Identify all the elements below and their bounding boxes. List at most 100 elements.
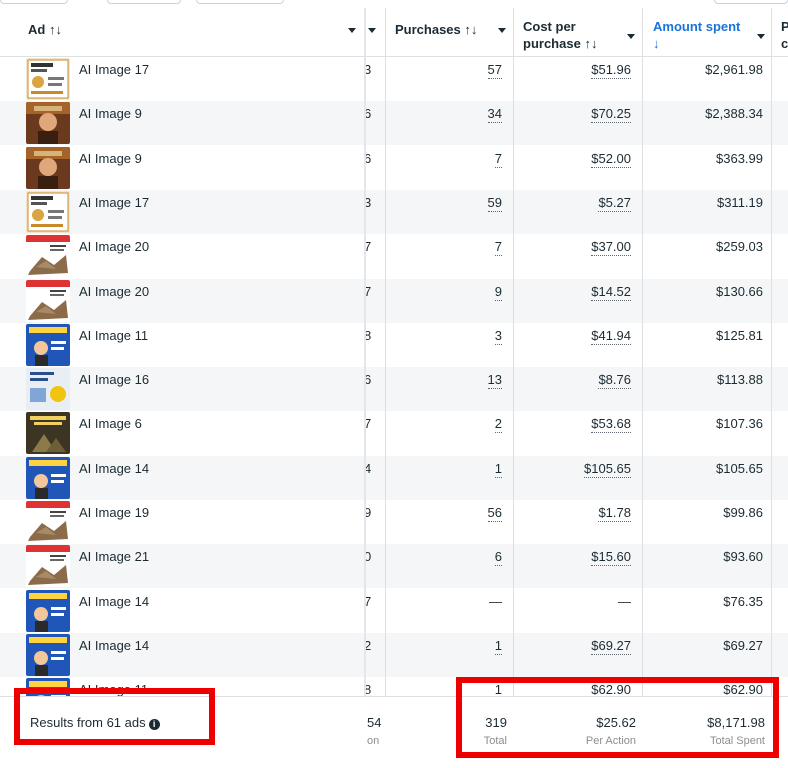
ad-name[interactable]: AI Image 19	[79, 505, 149, 520]
ad-name[interactable]: AI Image 11	[79, 328, 148, 343]
table-row[interactable]: AI Image 6 7 2 $53.68 $107.36	[0, 411, 788, 455]
cost-per-purchase-cell[interactable]: $69.27	[516, 637, 631, 655]
purchases-cell[interactable]: 7	[430, 150, 502, 168]
table-row[interactable]: AI Image 14 7— — $76.35	[0, 589, 788, 633]
purchases-cell[interactable]: 59	[430, 194, 502, 212]
column-header-purchases[interactable]: Purchases ↑↓	[395, 8, 510, 57]
column-divider	[642, 8, 643, 768]
ad-thumbnail[interactable]	[26, 368, 70, 411]
chevron-down-icon[interactable]	[368, 28, 376, 33]
amount-spent-cell: $130.66	[716, 283, 763, 299]
amount-spent-cell: $2,961.98	[705, 62, 763, 77]
ad-name[interactable]: AI Image 21	[79, 549, 149, 564]
toolbar-button-partial[interactable]	[107, 0, 181, 4]
summary-truncated-sub: on	[367, 735, 380, 747]
column-header-amount-spent[interactable]: Amount spent ↓	[653, 8, 768, 57]
cost-per-purchase-cell[interactable]: $70.25	[516, 106, 631, 124]
column-divider	[385, 8, 386, 768]
column-header-ad[interactable]: Ad ↑↓	[28, 8, 358, 57]
column-header-cost-per-purchase[interactable]: Cost per purchase ↑↓	[523, 8, 638, 57]
ad-thumbnail[interactable]	[26, 102, 70, 145]
chevron-down-icon[interactable]	[757, 34, 765, 39]
sort-arrows-icon[interactable]: ↑↓	[584, 36, 597, 51]
cost-per-purchase-cell[interactable]: $8.76	[516, 372, 631, 390]
table-row[interactable]: AI Image 9 6 7 $52.00 $363.99	[0, 146, 788, 190]
ad-name[interactable]: AI Image 14	[79, 638, 149, 653]
table-row[interactable]: AI Image 17 3 59 $5.27 $311.19	[0, 189, 788, 234]
column-header-partial[interactable]: P c	[781, 8, 788, 57]
purchases-cell[interactable]: 13	[430, 372, 502, 390]
ad-thumbnail[interactable]	[26, 501, 70, 543]
cost-per-purchase-cell[interactable]: $15.60	[516, 549, 631, 567]
toolbar-button-partial[interactable]	[714, 0, 788, 4]
table-row[interactable]: AI Image 11 8 3 $41.94 $125.81	[0, 323, 788, 367]
table-row[interactable]: AI Image 9 6 34 $70.25 $2,388.34	[0, 101, 788, 146]
table-row[interactable]: AI Image 21 0 6 $15.60 $93.60	[0, 544, 788, 589]
purchases-cell[interactable]: 56	[430, 505, 502, 522]
column-header-truncated[interactable]	[366, 8, 384, 57]
ad-name[interactable]: AI Image 17	[79, 62, 149, 77]
ad-name[interactable]: AI Image 17	[79, 195, 149, 210]
ad-thumbnail[interactable]	[26, 235, 70, 278]
toolbar-button-partial[interactable]	[196, 0, 284, 4]
purchases-cell[interactable]: 2	[430, 416, 502, 434]
table-row[interactable]: AI Image 20 7 9 $14.52 $130.66	[0, 278, 788, 323]
ad-thumbnail[interactable]	[26, 456, 70, 499]
ad-thumbnail[interactable]	[26, 589, 70, 632]
sort-arrows-icon[interactable]: ↑↓	[49, 22, 62, 37]
chevron-down-icon[interactable]	[348, 28, 356, 33]
cost-per-purchase-cell: —	[618, 593, 631, 609]
cost-per-purchase-cell[interactable]: $41.94	[516, 327, 631, 345]
toolbar-button-partial[interactable]	[0, 0, 68, 4]
cost-per-purchase-cell[interactable]: $105.65	[516, 460, 631, 478]
table-row[interactable]: AI Image 19 9 56 $1.78 $99.86	[0, 500, 788, 544]
purchases-cell[interactable]: 9	[430, 283, 502, 301]
ad-thumbnail[interactable]	[26, 190, 70, 233]
table-row[interactable]: AI Image 14 2 1 $69.27 $69.27	[0, 632, 788, 677]
ad-name[interactable]: AI Image 16	[79, 372, 149, 387]
ad-name[interactable]: AI Image 20	[79, 239, 149, 254]
ad-thumbnail[interactable]	[26, 146, 70, 189]
ad-thumbnail[interactable]	[26, 279, 70, 322]
ad-thumbnail[interactable]	[26, 545, 70, 588]
ad-thumbnail[interactable]	[26, 633, 70, 676]
chevron-down-icon[interactable]	[498, 28, 506, 33]
cost-per-purchase-cell[interactable]: $52.00	[516, 150, 631, 168]
ad-name[interactable]: AI Image 14	[79, 594, 149, 609]
purchases-cell[interactable]: 57	[430, 62, 502, 79]
ad-name[interactable]: AI Image 9	[79, 151, 142, 166]
purchases-cell[interactable]: 7	[430, 239, 502, 257]
table-row[interactable]: AI Image 20 7 7 $37.00 $259.03	[0, 234, 788, 278]
column-divider	[513, 8, 514, 768]
purchases-cell[interactable]: 34	[430, 106, 502, 124]
ad-name[interactable]: AI Image 14	[79, 461, 149, 476]
table-row[interactable]: AI Image 17 3 57 $51.96 $2,961.98	[0, 57, 788, 101]
ad-thumbnail[interactable]	[26, 412, 70, 455]
cost-per-purchase-cell[interactable]: $37.00	[516, 239, 631, 257]
amount-spent-cell: $259.03	[716, 239, 763, 255]
cost-per-purchase-cell[interactable]: $53.68	[516, 416, 631, 434]
purchases-cell[interactable]: 1	[430, 637, 502, 655]
table-row[interactable]: AI Image 16 6 13 $8.76 $113.88	[0, 367, 788, 412]
column-divider	[771, 8, 772, 768]
ad-thumbnail[interactable]	[26, 323, 70, 366]
purchases-cell[interactable]: 3	[430, 327, 502, 345]
ad-name[interactable]: AI Image 20	[79, 284, 149, 299]
table-row[interactable]: AI Image 14 4 1 $105.65 $105.65	[0, 455, 788, 500]
amount-spent-cell: $99.86	[723, 505, 763, 520]
purchases-cell[interactable]: 6	[430, 549, 502, 567]
chevron-down-icon[interactable]	[627, 34, 635, 39]
cost-per-purchase-cell[interactable]: $14.52	[516, 283, 631, 301]
ads-table: Ad ↑↓ Purchases ↑↓ Cost per purchase ↑↓ …	[0, 8, 788, 768]
ad-thumbnail[interactable]	[26, 58, 70, 100]
ad-name[interactable]: AI Image 9	[79, 106, 142, 121]
sort-arrows-icon[interactable]: ↑↓	[464, 22, 477, 37]
amount-spent-cell: $113.88	[716, 372, 763, 388]
ad-name[interactable]: AI Image 6	[79, 416, 142, 431]
cost-per-purchase-cell[interactable]: $1.78	[516, 505, 631, 522]
amount-spent-cell: $76.35	[723, 593, 763, 609]
purchases-cell[interactable]: 1	[430, 460, 502, 478]
cost-per-purchase-cell[interactable]: $51.96	[516, 62, 631, 79]
amount-spent-cell: $125.81	[716, 327, 763, 343]
cost-per-purchase-cell[interactable]: $5.27	[516, 194, 631, 212]
